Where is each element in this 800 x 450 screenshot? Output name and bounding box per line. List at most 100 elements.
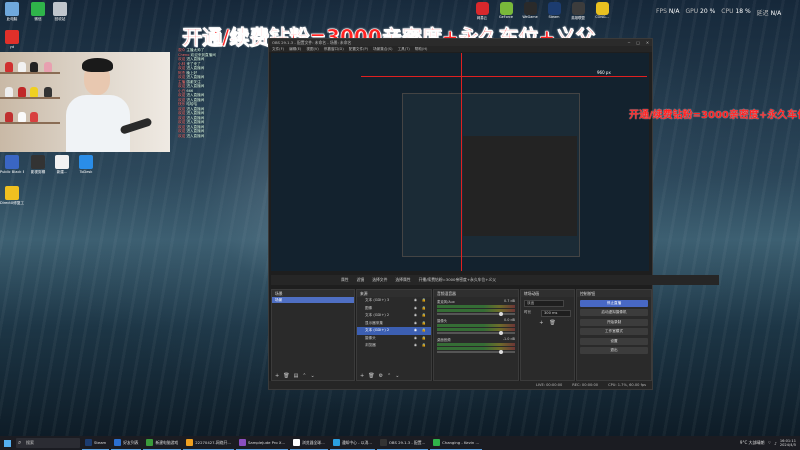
close-icon[interactable]: ✕ — [646, 40, 649, 45]
desktop-icon[interactable]: ToDesk — [74, 155, 98, 174]
source-toolbar-item[interactable]: 滤镜 — [357, 277, 365, 283]
taskbar-app[interactable]: 好友列表 — [111, 436, 142, 450]
taskbar-search[interactable]: 搜索 — [16, 438, 80, 448]
desktop-icon[interactable]: 影视剪辑 — [26, 155, 50, 174]
source-item[interactable]: 显示器采集 ◉ 🔒 — [357, 320, 431, 328]
menu-item[interactable]: 配置文件(P) — [349, 47, 368, 52]
slider-handle[interactable] — [499, 350, 503, 354]
lock-icon[interactable]: 🔒 — [422, 320, 426, 328]
eye-icon[interactable]: ◉ — [414, 342, 417, 350]
obs-statusbar: LIVE: 00:00:00 REC: 00:00:00 CPU: 1.7%, … — [269, 381, 652, 389]
menu-item[interactable]: 视图(V) — [306, 47, 318, 52]
menu-item[interactable]: 停靠窗口(D) — [324, 47, 344, 52]
clock[interactable]: 16:01:11 2024/4/5 — [780, 439, 796, 447]
taskbar-app[interactable]: Steam — [82, 436, 110, 450]
taskbar-app[interactable]: OBS 29.1.3 - 配置... — [376, 436, 429, 450]
add-icon[interactable]: + — [539, 320, 543, 326]
source-item[interactable]: 摄像头 ◉ 🔒 — [357, 335, 431, 343]
control-button[interactable]: 工作室模式 — [580, 328, 648, 335]
source-item[interactable]: 图像 ◉ 🔒 — [357, 305, 431, 313]
maximize-icon[interactable]: □ — [636, 40, 640, 45]
desktop-icon[interactable]: 此电脑 — [0, 2, 24, 21]
lock-icon[interactable]: 🔒 — [422, 342, 426, 350]
taskbar-app[interactable]: 22270427-网络开... — [183, 436, 234, 450]
source-item[interactable]: 浏览器 ◉ 🔒 — [357, 342, 431, 350]
shortcut-icon[interactable]: CONG... — [592, 2, 612, 20]
desktop-icon[interactable]: 回收站 — [48, 2, 72, 21]
shortcut-icon[interactable]: GeForce — [496, 2, 516, 20]
source-toolbar-item[interactable]: 开播/续费钻粉=3000亲密度+永久车位+义父 — [419, 277, 496, 283]
volume-slider[interactable] — [437, 312, 515, 316]
desktop-icon-label: 此电脑 — [6, 17, 18, 21]
volume-slider[interactable] — [437, 350, 515, 354]
desktop-icon[interactable]: DirectX修复工具 — [0, 186, 24, 205]
control-button[interactable]: 开始录制 — [580, 318, 648, 326]
filter-icon[interactable]: ▤ — [294, 373, 299, 379]
volume-slider[interactable] — [437, 331, 515, 335]
network-icon[interactable]: ⌔ — [768, 440, 772, 446]
chat-user: 欢迎 — [178, 106, 186, 111]
control-button[interactable]: 停止直播 — [580, 299, 648, 307]
source-toolbar-item[interactable]: 选择属性 — [395, 277, 410, 283]
eye-icon[interactable]: ◉ — [414, 320, 417, 328]
down-icon[interactable]: ⌄ — [311, 373, 315, 379]
lock-icon[interactable]: 🔒 — [422, 327, 426, 335]
lock-icon[interactable]: 🔒 — [422, 297, 426, 305]
eye-icon[interactable]: ◉ — [414, 327, 417, 335]
menu-item[interactable]: 场景集合(S) — [373, 47, 392, 52]
desktop-icon[interactable]: yd — [0, 30, 24, 49]
control-button[interactable]: 设置 — [580, 337, 648, 345]
obs-preview[interactable]: 960 px — [271, 53, 649, 271]
start-button[interactable] — [0, 436, 14, 450]
shortcut-icon[interactable]: 网易云 — [472, 2, 492, 20]
down-icon[interactable]: ⌄ — [395, 373, 399, 379]
eye-icon[interactable]: ◉ — [414, 312, 417, 320]
control-button[interactable]: 退出 — [580, 347, 648, 354]
lock-icon[interactable]: 🔒 — [422, 312, 426, 320]
add-icon[interactable]: + — [275, 373, 279, 379]
weather-status[interactable]: 9°C 大部晴朗 — [740, 440, 765, 446]
taskbar-app-label: 浏览器全球... — [302, 439, 325, 445]
transition-select[interactable]: 淡出 — [524, 300, 564, 307]
desktop-icon[interactable]: 新建... — [50, 155, 74, 174]
trash-icon[interactable]: 🗑 — [549, 320, 555, 326]
control-button[interactable]: 启动虚拟摄像机 — [580, 309, 648, 316]
shortcut-icon[interactable]: WeGame — [520, 2, 540, 20]
source-item[interactable]: 文本 (GDI+) 2 ◉ 🔒 — [357, 312, 431, 320]
taskbar-app[interactable]: SampleJude Pro X... — [235, 436, 289, 450]
menu-item[interactable]: 编辑(E) — [289, 47, 301, 52]
source-item[interactable]: 文本 (GDI+) 2 ◉ 🔒 — [357, 327, 431, 335]
lock-icon[interactable]: 🔒 — [422, 335, 426, 343]
trash-icon[interactable]: 🗑 — [283, 373, 289, 379]
taskbar-app[interactable]: Changing - Kevin ... — [430, 436, 483, 450]
shortcut-icon[interactable]: Steam — [544, 2, 564, 20]
volume-icon[interactable]: ♪ — [774, 441, 777, 446]
up-icon[interactable]: ⌃ — [387, 373, 391, 379]
taskbar-app[interactable]: 浏览器全球... — [290, 436, 328, 450]
shortcut-icon[interactable]: 英雄联盟 — [568, 2, 588, 20]
eye-icon[interactable]: ◉ — [414, 305, 417, 313]
slider-handle[interactable] — [499, 312, 503, 316]
settings-icon[interactable]: ⚙ — [379, 373, 383, 379]
chat-user: 欢迎 — [178, 57, 186, 61]
desktop-icon[interactable]: 微信 — [26, 2, 50, 21]
menu-item[interactable]: 工具(T) — [398, 47, 410, 52]
minimize-icon[interactable]: ─ — [628, 40, 630, 45]
eye-icon[interactable]: ◉ — [414, 297, 417, 305]
menu-item[interactable]: 文件(F) — [272, 47, 284, 52]
desktop-icon[interactable]: Public Black Budget Pl... — [0, 155, 24, 174]
add-icon[interactable]: + — [360, 373, 364, 379]
lock-icon[interactable]: 🔒 — [422, 305, 426, 313]
source-item[interactable]: 文本 (GDI+) 3 ◉ 🔒 — [357, 297, 431, 305]
duration-input[interactable]: 300 ms — [541, 310, 571, 317]
menu-item[interactable]: 帮助(H) — [415, 47, 428, 52]
eye-icon[interactable]: ◉ — [414, 335, 417, 343]
source-toolbar-item[interactable]: 选择文件 — [372, 277, 387, 283]
taskbar-app[interactable]: 通知中心 - 以消... — [329, 436, 375, 450]
slider-handle[interactable] — [499, 331, 503, 335]
source-toolbar-item[interactable]: 属性 — [341, 277, 349, 283]
scene-item[interactable]: 场景 — [272, 297, 354, 303]
trash-icon[interactable]: 🗑 — [368, 373, 374, 379]
taskbar-app[interactable]: 新建电脑游戏 — [143, 436, 182, 450]
up-icon[interactable]: ⌃ — [302, 373, 306, 379]
